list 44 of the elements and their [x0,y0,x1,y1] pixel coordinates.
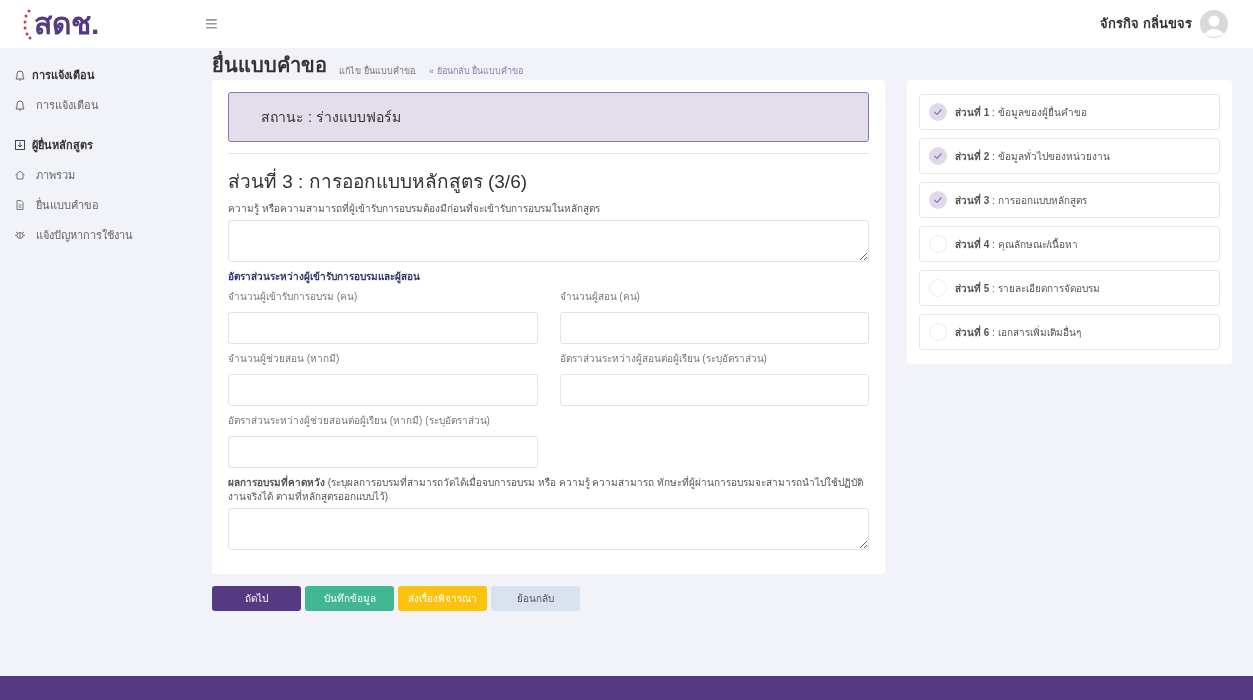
step-item[interactable]: ส่วนที่ 4 : คุณลักษณะ/เนื้อหา [919,226,1220,262]
field-label: จำนวนผู้สอน (คน) [559,290,641,304]
step-item[interactable]: ส่วนที่ 1 : ข้อมูลของผู้ยื่นคำขอ [919,94,1220,130]
user-name[interactable]: จักรกิจ กลิ่นขจร [1100,14,1192,34]
logo-dots-icon [22,7,32,41]
home-icon [14,169,26,181]
section-title: ส่วนที่ 3 : การออกแบบหลักสูตร (3/6) [228,170,869,194]
field-label: จำนวนผู้เข้ารับการอบรม (คน) [228,290,359,304]
action-button[interactable]: ถัดไป [212,586,301,611]
bug-icon [14,229,26,241]
subsection-heading: อัตราส่วนระหว่างผู้เข้ารับการอบรมและผู้สอน [228,271,420,282]
avatar-icon[interactable] [1200,10,1228,38]
logo[interactable]: สดช. [34,9,100,39]
input-field[interactable] [559,374,869,406]
sidebar-item[interactable]: ยื่นแบบคำขอ [14,194,205,216]
sidebar-heading: การแจ้งเตือน [32,67,95,83]
field-label: อัตราส่วนระหว่างผู้สอนต่อผู้เรียน (ระบุอัตราส่วน) [559,352,768,366]
text-area[interactable] [228,508,869,550]
sidebar-item[interactable]: แจ้งปัญหาการใช้งาน [14,224,205,246]
action-button[interactable]: ย้อนกลับ [491,586,580,611]
breadcrumb: แก้ไข ยื่นแบบคำขอ. [339,64,417,78]
sidebar-heading: ผู้ยื่นหลักสูตร [32,136,93,154]
input-field[interactable] [228,374,538,406]
sidebar-item[interactable]: ภาพรวม [14,164,205,186]
text-area[interactable] [228,220,869,262]
step-item[interactable]: ส่วนที่ 3 : การออกแบบหลักสูตร [919,182,1220,218]
page-title: ยื่นแบบคำขอ [212,52,327,78]
input-field[interactable] [228,436,538,468]
step-item[interactable]: ส่วนที่ 6 : เอกสารเพิ่มเติมอื่นๆ [919,314,1220,350]
input-field[interactable] [228,312,538,344]
bell-icon [14,69,26,81]
sidebar-item[interactable]: การแจ้งเตือน [14,94,205,116]
field-label: อัตราส่วนระหว่างผู้ช่วยสอนต่อผู้เรียน (หากมี) (ระบุอัตราส่วน) [228,414,491,428]
field-label: ผลการอบรมที่คาดหวัง (ระบุผลการอบรมที่สามารถวัดได้เมื่อจบการอบรม หรือ ความรู้ ความสามารถ ทักษะที่ผู้ผ่านการอบรมจะสามารถนำไปใช้ปฏิบัติงานจริงได้ ตามที่หลักสูตรออกแบบไว้) [228,476,865,504]
back-link[interactable]: « ย้อนกลับ ยื่นแบบคำขอ [429,64,524,78]
field-label: จำนวนผู้ช่วยสอน (หากมี) [228,352,341,366]
status-text: สถานะ : ร่างแบบฟอร์ม [261,107,401,127]
download-icon [14,139,26,151]
bell-icon [14,99,26,111]
step-item[interactable]: ส่วนที่ 5 : รายละเอียดการจัดอบรม [919,270,1220,306]
field-label: ความรู้ หรือความสามารถที่ผู้เข้ารับการอบรมต้องมีก่อนที่จะเข้ารับการอบรมในหลักสูตร [228,202,601,216]
document-icon [14,199,26,211]
input-field[interactable] [559,312,869,344]
step-item[interactable]: ส่วนที่ 2 : ข้อมูลทั่วไปของหน่วยงาน [919,138,1220,174]
